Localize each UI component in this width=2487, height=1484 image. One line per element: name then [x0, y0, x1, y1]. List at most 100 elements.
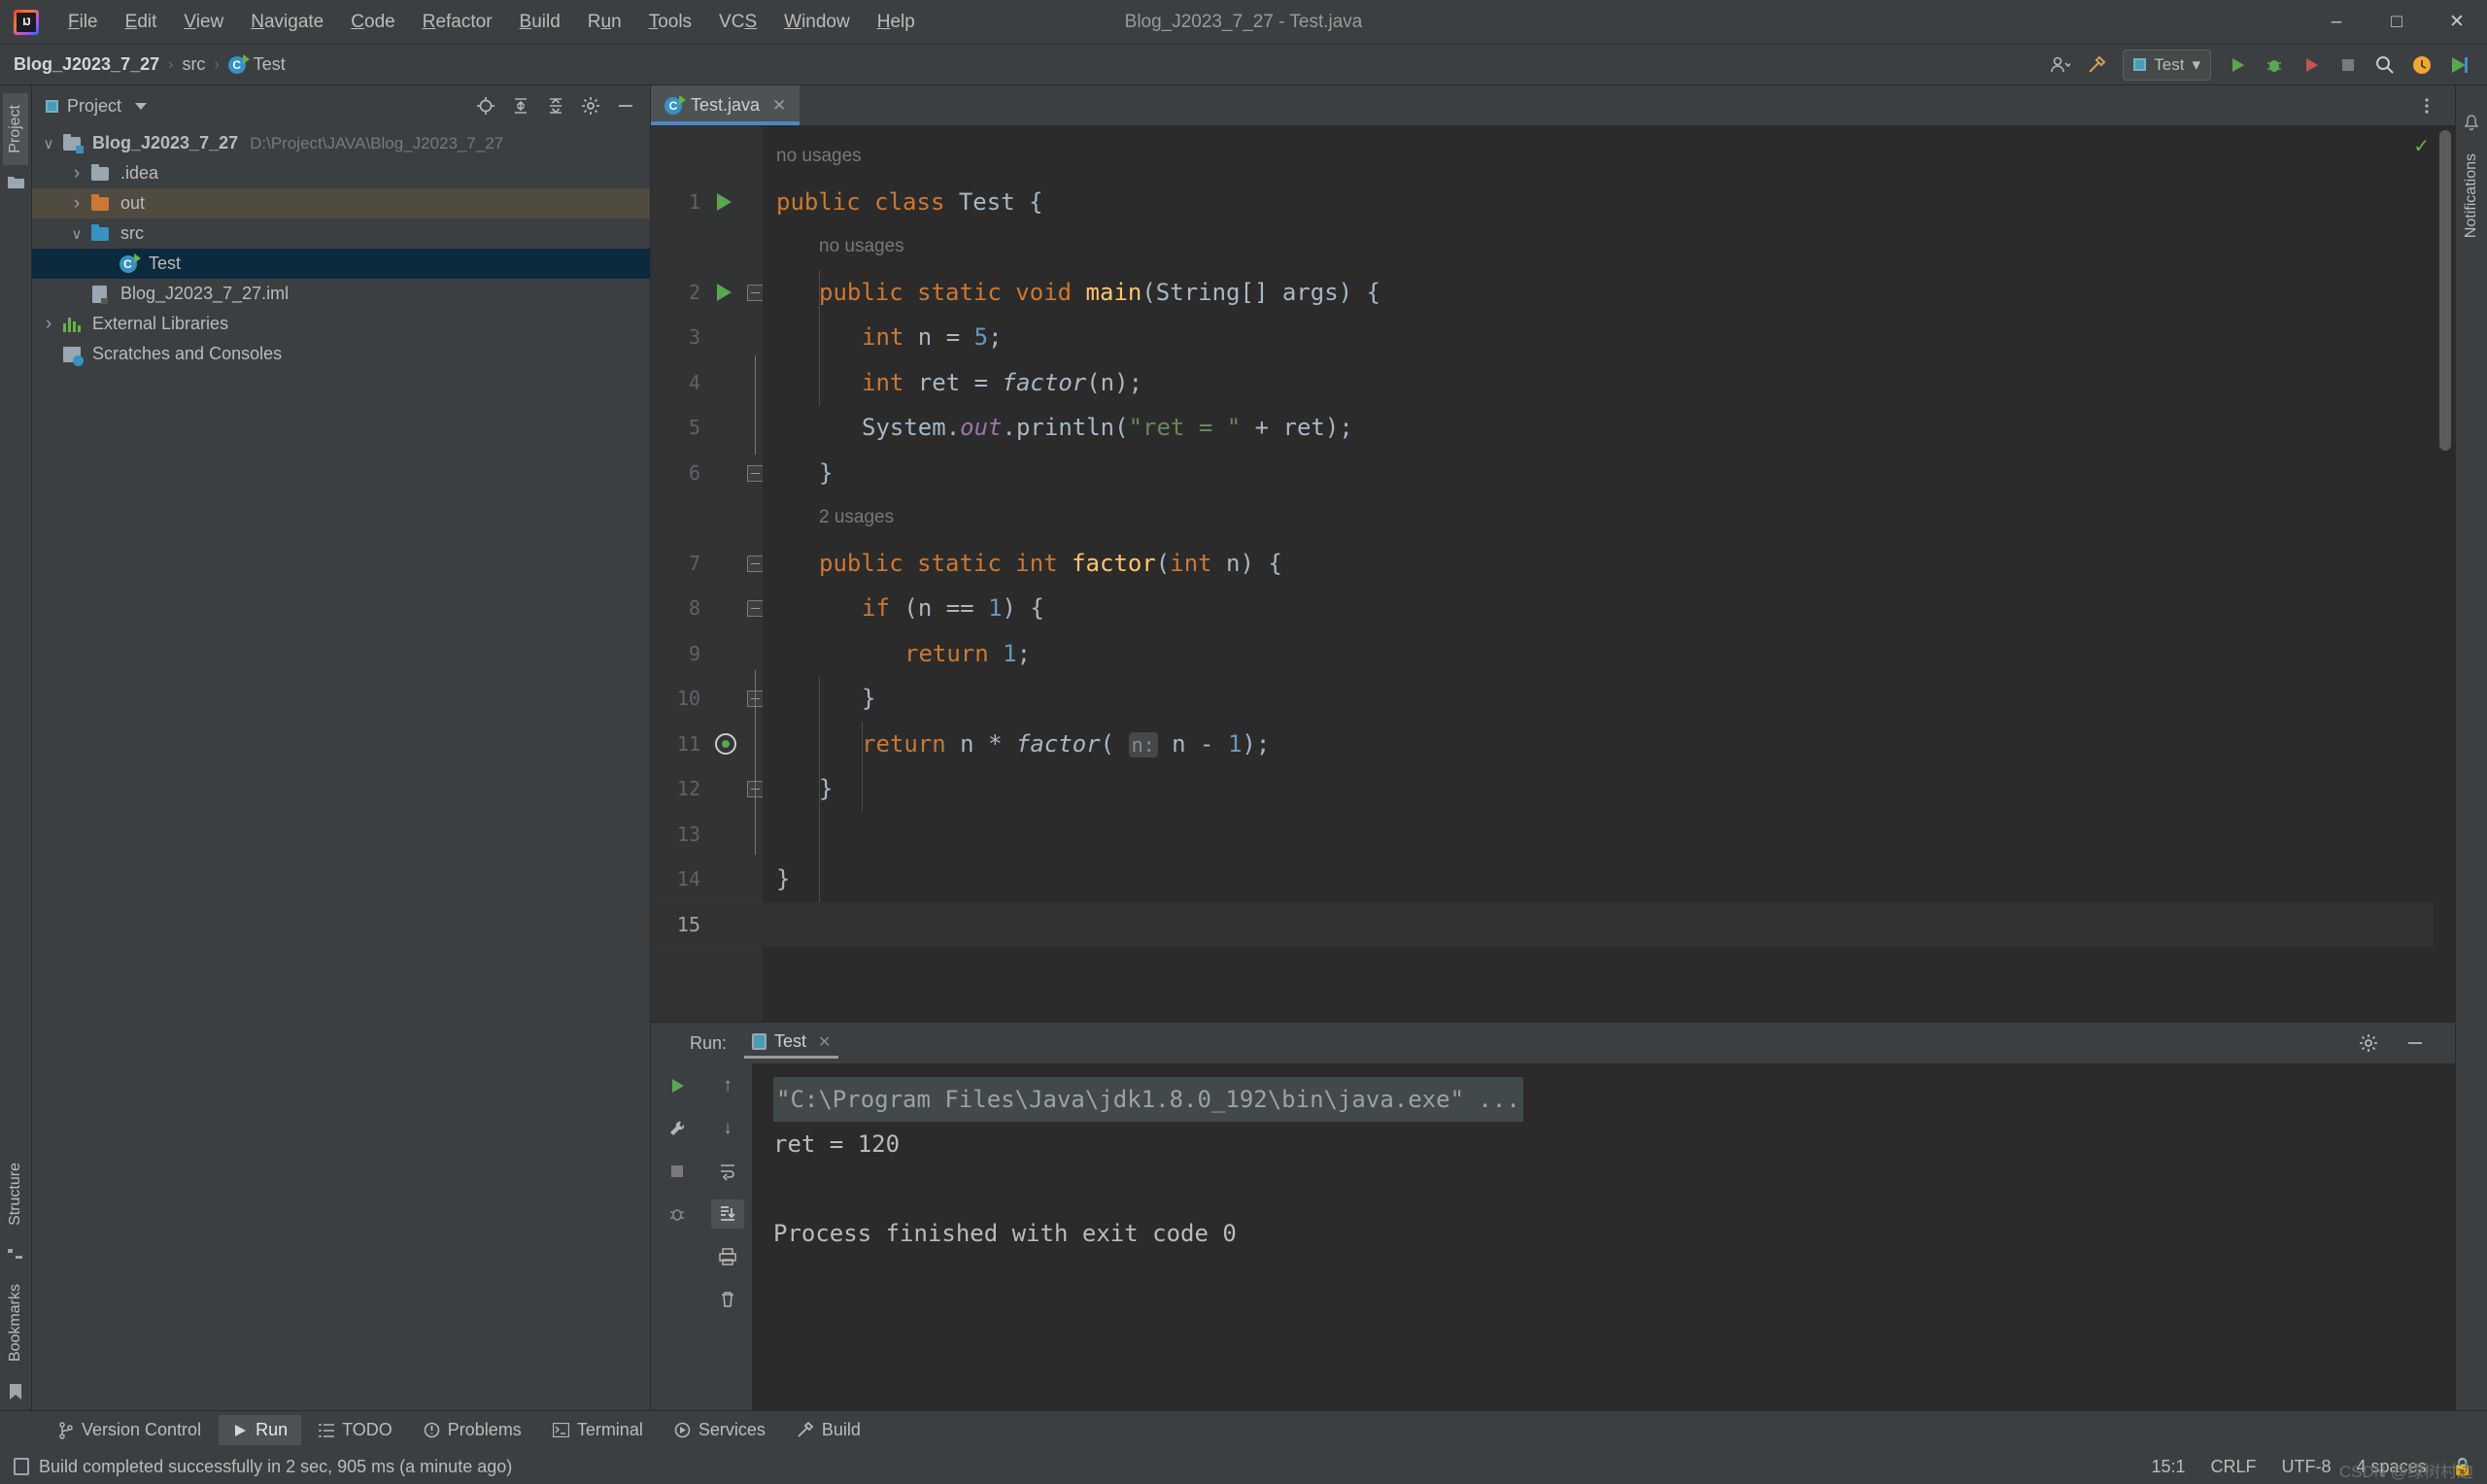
chevron-down-icon[interactable] [135, 102, 148, 110]
caret-position[interactable]: 15:1 [2151, 1457, 2185, 1477]
tree-row[interactable]: Blog_J2023_7_27 D:\Project\JAVA\Blog_J202… [32, 128, 650, 158]
tree-expand-arrow[interactable] [66, 225, 87, 243]
recursive-call-icon[interactable] [715, 732, 736, 755]
scroll-to-end-icon[interactable] [711, 1199, 744, 1229]
editor-scrollbar[interactable] [2434, 126, 2455, 1022]
run-icon[interactable] [2221, 50, 2254, 81]
encoding[interactable]: UTF-8 [2282, 1457, 2332, 1477]
menu-vcs[interactable]: VCS [705, 8, 770, 37]
code-fold-icon[interactable] [747, 464, 764, 482]
structure-icon[interactable] [8, 1247, 23, 1263]
bottom-tab-version-control[interactable]: Version Control [45, 1415, 215, 1445]
tree-expand-arrow[interactable] [66, 163, 87, 185]
code-line[interactable]: } [776, 451, 2455, 496]
code-line[interactable]: return n * factor( n: n - 1); [776, 722, 2455, 767]
editor-gutter[interactable]: 1 2 3 4 5 6 7 8 9 10 11 12 13 14 15 [651, 126, 764, 1022]
project-tree[interactable]: Blog_J2023_7_27 D:\Project\JAVA\Blog_J202… [32, 126, 650, 1410]
code-fold-icon[interactable] [747, 600, 764, 617]
menu-navigate[interactable]: Navigate [237, 8, 337, 37]
hide-icon[interactable] [2399, 1028, 2432, 1059]
menu-tools[interactable]: Tools [635, 8, 705, 37]
hide-icon[interactable] [609, 90, 642, 121]
stop-icon[interactable] [2332, 50, 2365, 81]
ide-icon[interactable] [2442, 50, 2475, 81]
menu-refactor[interactable]: Refactor [409, 8, 506, 37]
bottom-tab-services[interactable]: Services [661, 1415, 779, 1445]
rerun-icon[interactable] [661, 1071, 694, 1100]
tab-test-java[interactable]: C Test.java ✕ [651, 85, 801, 125]
code-line[interactable] [776, 902, 2455, 948]
run-gutter-icon[interactable] [717, 283, 732, 301]
close-button[interactable]: ✕ [2427, 0, 2487, 45]
maximize-button[interactable]: □ [2367, 0, 2427, 45]
debug-icon[interactable] [661, 1199, 694, 1229]
tree-row[interactable]: External Libraries [32, 309, 650, 339]
tree-expand-arrow[interactable] [38, 314, 59, 335]
menu-build[interactable]: Build [506, 8, 574, 37]
menu-view[interactable]: View [170, 8, 237, 37]
sidebar-item-structure[interactable]: Structure [3, 1151, 28, 1237]
build-icon[interactable] [2080, 50, 2113, 81]
bottom-tab-terminal[interactable]: Terminal [539, 1415, 657, 1445]
editor-body[interactable]: 1 2 3 4 5 6 7 8 9 10 11 12 13 14 15 no usages public cl… [651, 126, 2455, 1022]
tree-expand-arrow[interactable] [38, 135, 59, 152]
menu-code[interactable]: Code [337, 8, 408, 37]
locate-icon[interactable] [469, 90, 502, 121]
debug-icon[interactable] [2258, 50, 2291, 81]
tree-expand-arrow[interactable] [66, 193, 87, 215]
down-icon[interactable]: ↓ [711, 1114, 744, 1143]
code-fold-icon[interactable] [747, 284, 764, 301]
code-line[interactable]: } [776, 857, 2455, 902]
breadcrumb-src[interactable]: src [182, 54, 205, 75]
folder-icon[interactable] [7, 175, 24, 189]
bookmark-icon[interactable] [9, 1383, 22, 1400]
up-icon[interactable]: ↑ [711, 1071, 744, 1100]
code-line[interactable]: return 1; [776, 631, 2455, 677]
code-line[interactable] [776, 812, 2455, 858]
search-icon[interactable] [2368, 50, 2402, 81]
menu-run[interactable]: Run [574, 8, 635, 37]
inspection-status-icon[interactable]: ✓ [2413, 134, 2430, 158]
tree-row[interactable]: Scratches and Consoles [32, 339, 650, 369]
menu-file[interactable]: File [54, 8, 112, 37]
collapse-all-icon[interactable] [539, 90, 572, 121]
sidebar-item-notifications[interactable]: Notifications [2459, 142, 2484, 250]
notifications-bell-icon[interactable] [2464, 115, 2479, 132]
expand-all-icon[interactable] [504, 90, 537, 121]
code-line[interactable]: int ret = factor(n); [776, 360, 2455, 406]
menu-help[interactable]: Help [864, 8, 929, 37]
sidebar-item-project[interactable]: Project [3, 93, 28, 165]
code-line[interactable]: public class Test { [776, 180, 2455, 225]
close-icon[interactable]: ✕ [772, 96, 786, 116]
tree-row[interactable]: Blog_J2023_7_27.iml [32, 279, 650, 309]
coverage-icon[interactable] [2295, 50, 2328, 81]
code-fold-icon[interactable] [747, 555, 764, 572]
tree-row[interactable]: src [32, 219, 650, 249]
settings-icon[interactable] [574, 90, 607, 121]
bottom-tab-run[interactable]: Run [219, 1415, 302, 1445]
close-icon[interactable]: ✕ [818, 1032, 831, 1052]
tree-row[interactable]: C Test [32, 249, 650, 279]
line-separator[interactable]: CRLF [2211, 1457, 2257, 1477]
scrollbar-thumb[interactable] [2439, 130, 2451, 451]
code-line[interactable]: public static int factor(int n) { [776, 541, 2455, 587]
code-line[interactable]: System.out.println("ret = " + ret); [776, 405, 2455, 451]
stop-icon[interactable] [661, 1157, 694, 1186]
gear-icon[interactable] [2352, 1028, 2385, 1059]
code-line[interactable]: if (n == 1) { [776, 586, 2455, 631]
minimize-button[interactable]: – [2306, 0, 2367, 45]
console-output[interactable]: "C:\Program Files\Java\jdk1.8.0_192\bin\… [752, 1063, 2455, 1410]
tree-row[interactable]: .idea [32, 158, 650, 188]
code-line[interactable]: public static void main(String[] args) { [776, 270, 2455, 316]
code-area[interactable]: no usages public class Test {no usages pub… [763, 126, 2455, 1022]
breadcrumb-project[interactable]: Blog_J2023_7_27 [14, 54, 159, 75]
menu-window[interactable]: Window [770, 8, 864, 37]
code-line[interactable]: } [776, 676, 2455, 722]
run-gutter-icon[interactable] [717, 192, 732, 211]
user-icon[interactable] [2043, 50, 2076, 81]
print-icon[interactable] [711, 1242, 744, 1271]
code-line[interactable]: } [776, 766, 2455, 812]
sidebar-item-bookmarks[interactable]: Bookmarks [3, 1272, 28, 1373]
run-configuration-selector[interactable]: Test ▾ [2123, 49, 2211, 81]
run-tab-test[interactable]: Test ✕ [744, 1028, 839, 1059]
